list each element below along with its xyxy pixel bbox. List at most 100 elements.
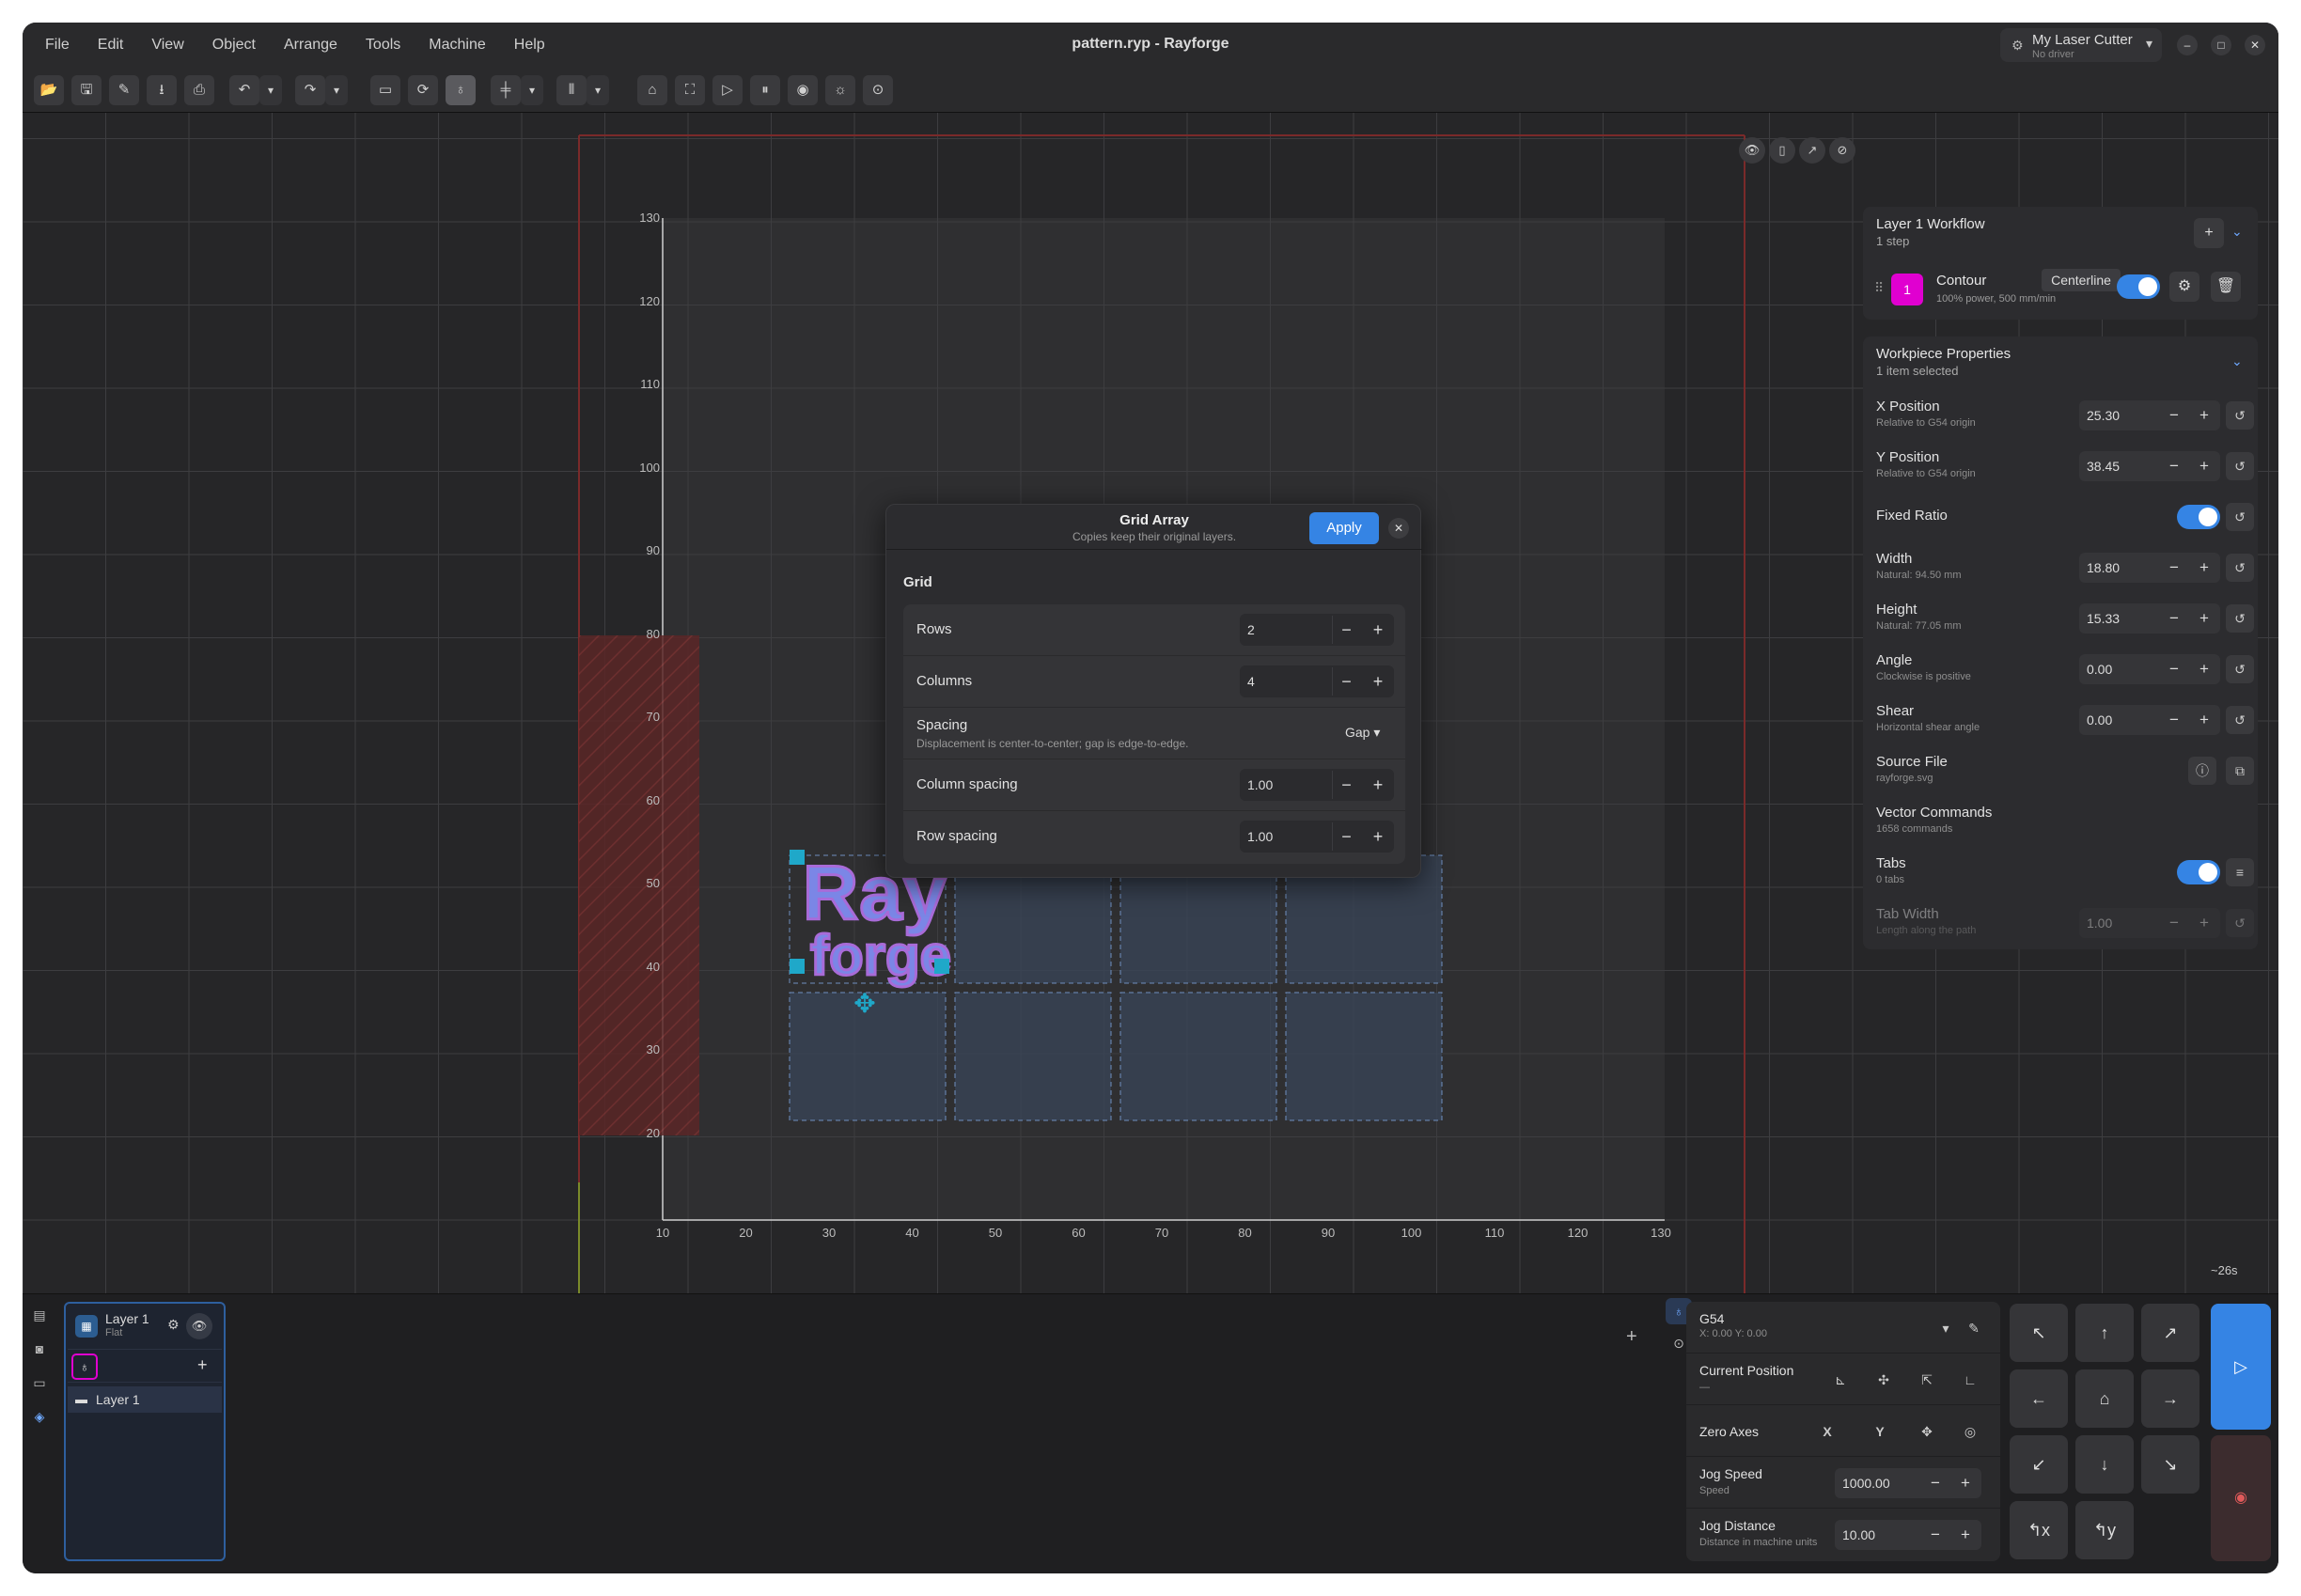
- reset-icon[interactable]: ↺: [2226, 909, 2254, 937]
- columns-stepper[interactable]: 4 − +: [1240, 665, 1394, 697]
- target-icon[interactable]: ◎: [1957, 1418, 1983, 1445]
- height-value[interactable]: 15.33: [2087, 611, 2120, 626]
- center-icon[interactable]: ✣: [1871, 1367, 1897, 1393]
- angle-value[interactable]: 0.00: [2087, 662, 2112, 677]
- y-position-value[interactable]: 38.45: [2087, 459, 2120, 474]
- document-icon[interactable]: ▤: [28, 1304, 51, 1326]
- jog-home-icon[interactable]: ⌂: [2075, 1369, 2134, 1428]
- undo-icon[interactable]: ↶: [229, 75, 259, 105]
- minimize-icon[interactable]: –: [2177, 35, 2198, 55]
- frame-outline-icon[interactable]: ⛶: [675, 75, 705, 105]
- record-icon[interactable]: ◉: [788, 75, 818, 105]
- tab-toggle-icon[interactable]: ▯: [1769, 137, 1795, 164]
- stop-icon[interactable]: ◉: [2211, 1435, 2271, 1561]
- minus-icon[interactable]: −: [2160, 554, 2188, 582]
- spacing-mode-dropdown[interactable]: Gap ▾: [1345, 725, 1380, 741]
- rows-value[interactable]: 2: [1247, 622, 1255, 637]
- width-stepper[interactable]: 18.80 − +: [2079, 553, 2220, 583]
- wcs-label[interactable]: G54: [1699, 1311, 1724, 1326]
- jog-up-left-icon[interactable]: ↖: [2010, 1304, 2068, 1362]
- machine-selector[interactable]: ⚙ My Laser Cutter No driver ▾: [2000, 28, 2162, 62]
- jog-up-right-icon[interactable]: ↗: [2141, 1304, 2199, 1362]
- plus-icon[interactable]: +: [1364, 822, 1392, 851]
- jog-distance-stepper[interactable]: 10.00 − +: [1835, 1520, 1981, 1550]
- close-icon[interactable]: ✕: [1388, 518, 1409, 539]
- info-icon[interactable]: ⓘ: [2188, 757, 2216, 785]
- chevron-down-icon[interactable]: ⌄: [2231, 353, 2243, 369]
- tool-icon[interactable]: ♁: [446, 75, 476, 105]
- close-icon[interactable]: ✕: [2245, 35, 2265, 55]
- layer-list-item[interactable]: ▬ Layer 1: [68, 1386, 222, 1413]
- chevron-down-icon[interactable]: ⌄: [2231, 224, 2243, 240]
- align-icon[interactable]: ╪: [491, 75, 521, 105]
- run-icon[interactable]: ▷: [2211, 1304, 2271, 1430]
- gear-icon[interactable]: ⚙: [167, 1317, 180, 1333]
- move-icon[interactable]: ✥: [1914, 1418, 1940, 1445]
- minus-icon[interactable]: −: [1332, 822, 1360, 851]
- jog-left-icon[interactable]: ←: [2010, 1369, 2068, 1428]
- distribute-dropdown-icon[interactable]: ▾: [587, 75, 609, 105]
- gear-icon[interactable]: ⚙: [2169, 272, 2199, 302]
- save-icon[interactable]: 🖫: [71, 75, 102, 105]
- layer-header[interactable]: ▦ Layer 1 Flat ⚙ 👁: [71, 1309, 218, 1343]
- reset-icon[interactable]: ↺: [2226, 503, 2254, 531]
- resize-handle[interactable]: [790, 959, 805, 974]
- home-x-icon[interactable]: ↰x: [2010, 1501, 2068, 1559]
- axes-icon[interactable]: ⊾: [1827, 1367, 1854, 1393]
- rows-stepper[interactable]: 2 − +: [1240, 614, 1394, 646]
- laser-icon[interactable]: ☼: [825, 75, 855, 105]
- frame-icon[interactable]: ▭: [370, 75, 400, 105]
- reset-icon[interactable]: ↺: [2226, 452, 2254, 480]
- add-step-icon[interactable]: +: [2194, 218, 2224, 248]
- home-icon[interactable]: ⌂: [637, 75, 667, 105]
- add-icon[interactable]: +: [1626, 1326, 1637, 1348]
- plus-icon[interactable]: +: [1364, 667, 1392, 696]
- work-canvas[interactable]: 130 120 110 100 90 80 70 60 50 40 30 20 10 20 30 40 50 6…: [23, 113, 2278, 1293]
- shear-stepper[interactable]: 0.00 − +: [2079, 705, 2220, 735]
- chevron-down-icon[interactable]: ▾: [1933, 1315, 1959, 1341]
- plus-icon[interactable]: +: [1951, 1469, 1980, 1497]
- plus-icon[interactable]: +: [2190, 452, 2218, 480]
- layers-icon[interactable]: ◈: [28, 1405, 51, 1428]
- zero-x-button[interactable]: X: [1814, 1418, 1840, 1445]
- minus-icon[interactable]: −: [2160, 909, 2188, 937]
- redo-dropdown-icon[interactable]: ▾: [325, 75, 348, 105]
- tabs-toggle[interactable]: [2177, 860, 2220, 884]
- apply-button[interactable]: Apply: [1309, 512, 1379, 544]
- fixed-ratio-toggle[interactable]: [2177, 505, 2220, 529]
- corner-icon[interactable]: ⇱: [1914, 1367, 1940, 1393]
- plus-icon[interactable]: +: [1951, 1521, 1980, 1549]
- x-position-stepper[interactable]: 25.30 − +: [2079, 400, 2220, 430]
- plus-icon[interactable]: +: [2190, 554, 2218, 582]
- contour-step-icon[interactable]: ♁: [71, 1353, 98, 1380]
- tab-width-value[interactable]: 1.00: [2087, 915, 2112, 931]
- tabs-menu-icon[interactable]: ≡: [2226, 858, 2254, 886]
- plus-icon[interactable]: +: [2190, 909, 2218, 937]
- jog-right-icon[interactable]: →: [2141, 1369, 2199, 1428]
- camera-icon[interactable]: ◙: [28, 1338, 51, 1360]
- jog-down-icon[interactable]: ↓: [2075, 1435, 2134, 1494]
- reset-icon[interactable]: ↺: [2226, 401, 2254, 430]
- plus-icon[interactable]: +: [2190, 401, 2218, 430]
- send-icon[interactable]: ▷: [712, 75, 743, 105]
- focus-icon[interactable]: ⊙: [863, 75, 893, 105]
- align-dropdown-icon[interactable]: ▾: [521, 75, 543, 105]
- export-icon[interactable]: ⎙: [184, 75, 214, 105]
- move-handle-icon[interactable]: ✥: [850, 989, 880, 1019]
- resize-handle[interactable]: [790, 850, 805, 865]
- minus-icon[interactable]: −: [1921, 1521, 1949, 1549]
- height-stepper[interactable]: 15.33 − +: [2079, 603, 2220, 634]
- jog-distance-value[interactable]: 10.00: [1842, 1527, 1875, 1542]
- minus-icon[interactable]: −: [1332, 616, 1360, 644]
- plus-icon[interactable]: +: [2190, 706, 2218, 734]
- origin-icon[interactable]: ∟: [1957, 1367, 1983, 1393]
- minus-icon[interactable]: −: [2160, 655, 2188, 683]
- no-go-icon[interactable]: ⊘: [1829, 137, 1855, 164]
- console-icon[interactable]: ▭: [28, 1371, 51, 1394]
- shear-value[interactable]: 0.00: [2087, 712, 2112, 728]
- reset-icon[interactable]: ↺: [2226, 655, 2254, 683]
- minus-icon[interactable]: −: [1332, 667, 1360, 696]
- row-spacing-stepper[interactable]: 1.00 − +: [1240, 821, 1394, 853]
- plus-icon[interactable]: +: [1364, 616, 1392, 644]
- x-position-value[interactable]: 25.30: [2087, 408, 2120, 423]
